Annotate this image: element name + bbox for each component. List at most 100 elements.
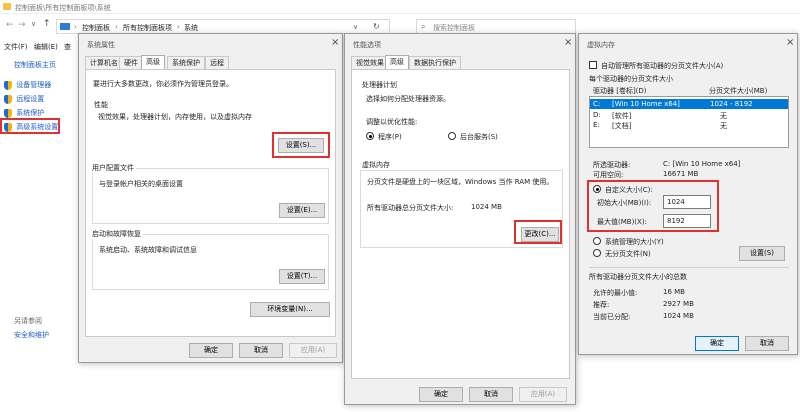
security-maintenance-link[interactable]: 安全和维护 [14, 330, 49, 340]
tab-visual-effects[interactable]: 视觉效果 [351, 56, 389, 69]
drive-letter: E: [593, 121, 600, 129]
no-paging-radio[interactable] [593, 249, 601, 257]
totals-label: 所有驱动器分页文件大小的总数 [589, 273, 687, 281]
background-services-label: 后台服务(S) [460, 133, 498, 141]
highlight-change-button [514, 220, 562, 244]
user-profiles-label: 用户配置文件 [92, 163, 136, 173]
sidebar-item-device-manager[interactable]: 设备管理器 [4, 80, 51, 90]
menu-edit[interactable]: 编辑(E) [34, 42, 58, 52]
cancel-button[interactable]: 取消 [745, 336, 789, 351]
environment-variables-button[interactable]: 环境变量(N)... [250, 302, 330, 317]
drive-letter: C: [593, 100, 601, 108]
menu-view[interactable]: 查 [64, 42, 71, 52]
performance-group: 性能 视觉效果，处理器计划，内存使用，以及虚拟内存 设置(S)... [92, 101, 330, 160]
shield-icon [4, 94, 12, 104]
dialog-title: 系统属性 [87, 41, 115, 49]
system-properties-dialog: 系统属性 × 计算机名 硬件 高级 系统保护 远程 要进行大多数更改，你必须作为… [78, 33, 343, 363]
close-icon[interactable]: × [331, 37, 339, 48]
initial-size-input[interactable]: 1024 [663, 195, 711, 209]
virtual-memory-desc: 分页文件是硬盘上的一块区域，Windows 当作 RAM 使用。 [367, 178, 554, 186]
recommended-label: 推荐: [593, 301, 610, 309]
programs-radio[interactable] [366, 132, 374, 140]
cancel-button[interactable]: 取消 [469, 387, 513, 402]
highlight-advanced-settings [0, 118, 60, 134]
ok-button[interactable]: 确定 [189, 343, 233, 358]
tab-remote[interactable]: 远程 [205, 56, 229, 69]
tab-advanced[interactable]: 高级 [141, 55, 165, 69]
recent-dropdown-icon[interactable]: ∨ [31, 20, 36, 28]
drive-list[interactable]: C: [Win 10 Home x64] 1024 - 8192 D: [软件]… [589, 96, 789, 148]
min-allowed-label: 允许的最小值: [593, 289, 638, 297]
drive-row[interactable]: D: [软件] 无 [590, 110, 788, 120]
explorer-titlebar: 控制面板\所有控制面板项\系统 [0, 0, 800, 14]
address-dropdown-icon[interactable]: ∨ [353, 23, 358, 31]
currently-allocated-label: 当前已分配: [593, 313, 631, 321]
drive-row-selected[interactable]: C: [Win 10 Home x64] 1024 - 8192 [590, 99, 788, 109]
search-box[interactable]: ⌕ 搜索控制面板 [416, 19, 576, 34]
startup-recovery-settings-button[interactable]: 设置(T)... [279, 269, 325, 284]
selected-drive-value: C: [Win 10 Home x64] [663, 160, 741, 168]
startup-recovery-label: 启动和故障恢复 [92, 229, 143, 239]
menu-file[interactable]: 文件(F) [4, 42, 28, 52]
tab-advanced[interactable]: 高级 [385, 55, 409, 69]
address-bar[interactable]: › 控制面板 › 所有控制面板项 › 系统 ∨ ↻ [56, 19, 390, 34]
refresh-icon[interactable]: ↻ [373, 22, 380, 31]
cancel-button[interactable]: 取消 [239, 343, 283, 358]
control-panel-home-link[interactable]: 控制面板主页 [14, 60, 56, 70]
virtual-memory-dialog: 虚拟内存 × 自动管理所有驱动器的分页文件大小(A) 每个驱动器的分页文件大小 … [578, 33, 798, 355]
tab-computer-name[interactable]: 计算机名 [85, 56, 123, 69]
max-size-input[interactable]: 8192 [663, 214, 711, 228]
ok-button[interactable]: 确定 [695, 336, 739, 351]
left-panel: 控制面板主页 设备管理器 远程设置 系统保护 高级系统设置 另请参阅 安全和维护 [0, 54, 78, 354]
control-panel-icon [60, 23, 70, 30]
sidebar-item-label: 远程设置 [16, 95, 45, 103]
ok-button[interactable]: 确定 [419, 387, 463, 402]
drive-size: 无 [720, 122, 727, 130]
breadcrumb-item[interactable]: 所有控制面板项 [123, 23, 172, 33]
recommended-value: 2927 MB [663, 300, 694, 308]
drive-row[interactable]: E: [文档] 无 [590, 120, 788, 130]
sidebar-item-remote-settings[interactable]: 远程设置 [4, 94, 44, 104]
processor-scheduling-desc: 选择如何分配处理器资源。 [366, 95, 450, 103]
user-profiles-desc: 与登录帐户相关的桌面设置 [99, 180, 183, 188]
user-profiles-settings-button[interactable]: 设置(E)... [279, 203, 325, 218]
system-managed-label: 系统管理的大小(Y) [605, 238, 664, 246]
close-icon[interactable]: × [786, 37, 794, 48]
selected-drive-label: 所选驱动器: [593, 161, 631, 169]
programs-label: 程序(P) [378, 133, 402, 141]
advanced-tab-panel: 处理器计划 选择如何分配处理器资源。 调整以优化性能: 程序(P) 后台服务(S… [351, 69, 570, 379]
total-paging-value: 1024 MB [471, 203, 502, 211]
shield-icon [4, 108, 12, 118]
custom-size-radio[interactable] [593, 185, 601, 193]
set-button[interactable]: 设置(S) [739, 246, 785, 261]
drive-letter: D: [593, 111, 601, 119]
breadcrumb-item[interactable]: 控制面板 [82, 23, 110, 33]
totals-divider [589, 267, 789, 268]
close-icon[interactable]: × [564, 37, 572, 48]
breadcrumb-item[interactable]: 系统 [184, 23, 198, 33]
max-size-label: 最大值(MB)(X): [597, 218, 647, 226]
up-arrow-icon[interactable]: ↑ [43, 19, 51, 29]
processor-scheduling-label: 处理器计划 [362, 81, 397, 89]
tab-system-protection[interactable]: 系统保护 [167, 56, 205, 69]
forward-arrow-icon[interactable]: → [18, 20, 26, 30]
per-drive-label: 每个驱动器的分页文件大小 [589, 75, 673, 83]
auto-manage-checkbox[interactable] [589, 61, 597, 69]
see-also-heading: 另请参阅 [14, 317, 42, 325]
window-title: 控制面板\所有控制面板项\系统 [15, 4, 111, 12]
tab-hardware[interactable]: 硬件 [119, 56, 143, 69]
highlight-performance-settings [272, 132, 330, 158]
user-profiles-group: 用户配置文件 与登录帐户相关的桌面设置 设置(E)... [92, 163, 329, 224]
min-allowed-value: 16 MB [663, 288, 685, 296]
apply-button[interactable]: 应用(A) [519, 387, 567, 402]
sidebar-item-system-protection[interactable]: 系统保护 [4, 108, 44, 118]
back-arrow-icon[interactable]: ← [6, 20, 14, 30]
apply-button[interactable]: 应用(A) [289, 343, 337, 358]
total-paging-label: 所有驱动器总分页文件大小: [367, 204, 454, 212]
advanced-tab-panel: 要进行大多数更改，你必须作为管理员登录。 性能 视觉效果，处理器计划，内存使用，… [85, 69, 336, 337]
sidebar-item-label: 系统保护 [16, 109, 45, 117]
admin-note: 要进行大多数更改，你必须作为管理员登录。 [93, 80, 233, 88]
background-services-radio[interactable] [448, 132, 456, 140]
system-managed-radio[interactable] [593, 237, 601, 245]
tab-dep[interactable]: 数据执行保护 [409, 56, 461, 69]
